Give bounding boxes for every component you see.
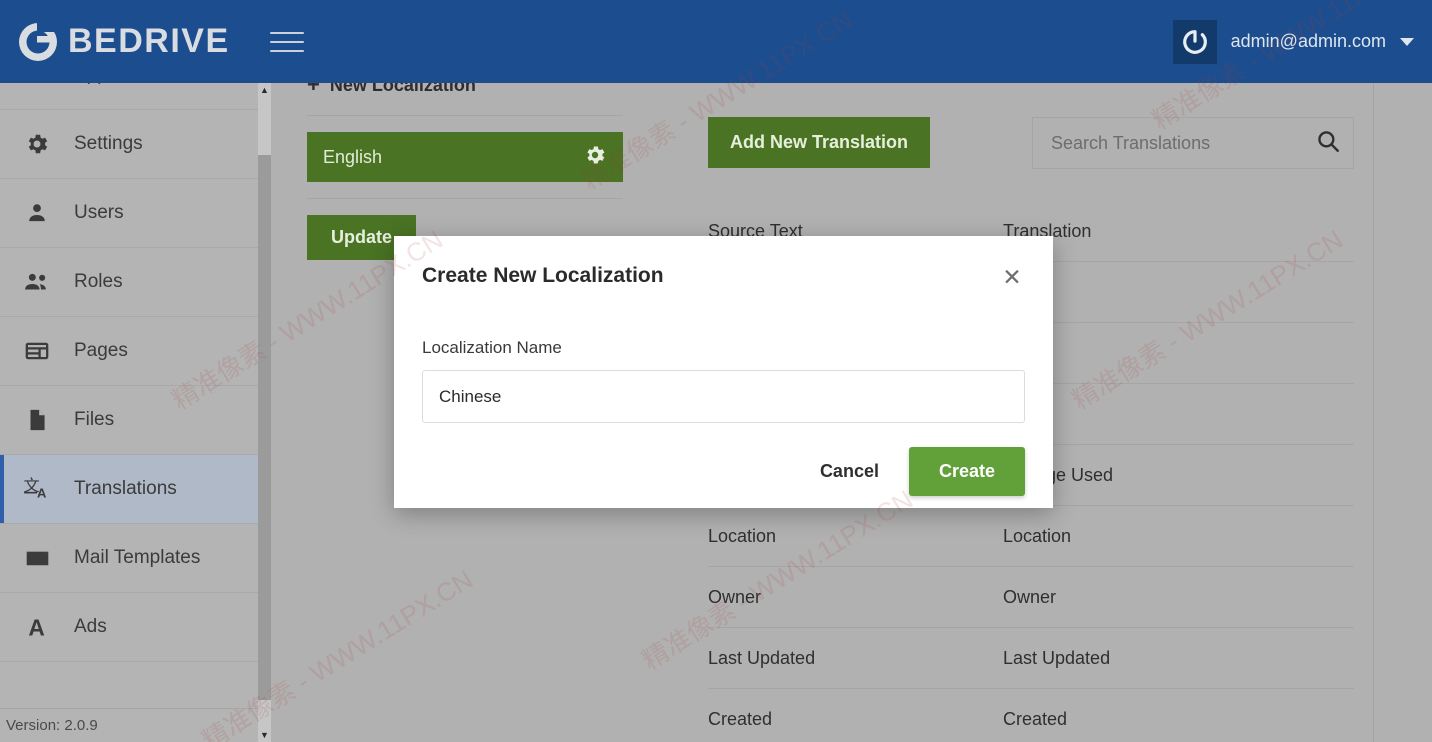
sidebar-item-users[interactable]: Users (0, 179, 258, 248)
sidebar-item-label: Settings (74, 133, 143, 154)
localization-item-english[interactable]: English (307, 132, 623, 182)
user-menu[interactable]: admin@admin.com (1172, 19, 1414, 64)
divider (307, 198, 623, 199)
translate-icon: 文 A (20, 472, 54, 506)
sidebar-scrollbar[interactable]: ▲ ▼ (258, 83, 271, 742)
brand-logo-group[interactable]: BEDRIVE (14, 18, 230, 66)
new-localization-label: New Localization (329, 83, 476, 95)
search-input[interactable] (1049, 131, 1315, 155)
modal-title: Create New Localization (422, 264, 664, 287)
svg-text:A: A (37, 486, 46, 501)
cell-source: Created (708, 708, 773, 729)
localization-name: English (323, 146, 383, 167)
hamburger-menu-icon[interactable] (269, 29, 304, 55)
sidebar-scroll-content: Appearance Settings Users (0, 83, 258, 662)
sidebar-item-label: Mail Templates (74, 547, 201, 568)
palette-icon (20, 83, 54, 92)
cell-translation: Type (1003, 343, 1354, 364)
table-row[interactable]: Owner Owner (708, 567, 1354, 628)
sidebar-item-ads[interactable]: A Ads (0, 593, 258, 662)
localizations-column: + New Localization English Update (307, 83, 623, 260)
sidebar-item-appearance[interactable]: Appearance (0, 83, 258, 110)
envelope-icon (20, 541, 54, 575)
add-new-translation-button[interactable]: Add New Translation (708, 117, 931, 168)
cell-translation: Location (1003, 525, 1072, 546)
sidebar-item-label: Files (74, 409, 115, 430)
sidebar-scrollbar-thumb[interactable] (258, 155, 271, 700)
sidebar-item-settings[interactable]: Settings (0, 110, 258, 179)
sidebar-item-files[interactable]: Files (0, 386, 258, 455)
sidebar: Appearance Settings Users (0, 83, 258, 742)
create-localization-modal: Create New Localization ✕ Localization N… (394, 236, 1053, 508)
sidebar-item-label: Appearance (74, 83, 176, 86)
chevron-down-icon[interactable] (1400, 37, 1414, 46)
cell-source: Location (708, 525, 777, 546)
chevron-up-icon[interactable]: ▲ (258, 83, 271, 97)
modal-header: Create New Localization ✕ (422, 264, 1025, 290)
create-button[interactable]: Create (908, 447, 1025, 496)
sidebar-item-mail-templates[interactable]: Mail Templates (0, 524, 258, 593)
svg-text:A: A (28, 615, 44, 640)
sidebar-item-label: Roles (74, 271, 123, 292)
plus-icon: + (307, 83, 320, 97)
cell-translation: Created (1003, 708, 1068, 729)
user-icon (20, 196, 54, 230)
app-root: BEDRIVE admin@admin.com Settings Users R… (0, 0, 1432, 742)
gear-icon (20, 127, 54, 161)
cell-source: Owner (708, 586, 762, 607)
sidebar-item-translations[interactable]: 文 A Translations (0, 455, 258, 524)
version-label: Version: 2.0.9 (6, 717, 98, 734)
table-row[interactable]: Location Location (708, 506, 1354, 567)
column-header-translation: Translation (1003, 220, 1092, 241)
table-row[interactable]: Created Created (708, 689, 1354, 742)
cell-translation: Last Updated (1003, 647, 1111, 668)
divider (307, 115, 623, 116)
ads-a-icon: A (20, 610, 54, 644)
cell-source: Last Updated (708, 647, 816, 668)
sidebar-version-footer: Version: 2.0.9 (0, 708, 258, 742)
users-group-icon (20, 265, 54, 299)
close-icon[interactable]: ✕ (999, 264, 1025, 290)
sidebar-item-label: Ads (74, 616, 107, 637)
sidebar-item-label: Translations (74, 478, 177, 499)
brand-name: BEDRIVE (68, 22, 230, 60)
new-localization-header[interactable]: + New Localization (307, 83, 623, 99)
cell-translation: Name (1003, 282, 1354, 303)
top-navigation-bar: BEDRIVE admin@admin.com (0, 0, 1432, 83)
sidebar-item-roles[interactable]: Roles (0, 248, 258, 317)
sidebar-item-label: Pages (74, 340, 128, 361)
user-email-label: admin@admin.com (1230, 31, 1386, 51)
chevron-down-icon[interactable]: ▼ (258, 728, 271, 742)
localization-name-label: Localization Name (422, 338, 562, 357)
cell-translation: Storage Used (1003, 464, 1114, 485)
file-icon (20, 403, 54, 437)
bedrive-logo-icon (14, 18, 62, 66)
sidebar-item-pages[interactable]: Pages (0, 317, 258, 386)
gear-icon[interactable] (583, 143, 607, 172)
modal-actions: Cancel Create (422, 447, 1025, 496)
power-avatar-icon (1172, 19, 1217, 64)
search-translations-box[interactable] (1032, 117, 1354, 169)
translations-toolbar: Add New Translation (708, 117, 1354, 169)
table-row[interactable]: Last Updated Last Updated (708, 628, 1354, 689)
sidebar-item-label: Users (74, 202, 124, 223)
cancel-button[interactable]: Cancel (802, 449, 897, 494)
pages-layout-icon (20, 334, 54, 368)
search-icon[interactable] (1315, 128, 1341, 159)
cell-translation: Owner (1003, 586, 1057, 607)
localization-name-input[interactable] (422, 370, 1025, 423)
cell-translation: Size (1003, 404, 1354, 425)
